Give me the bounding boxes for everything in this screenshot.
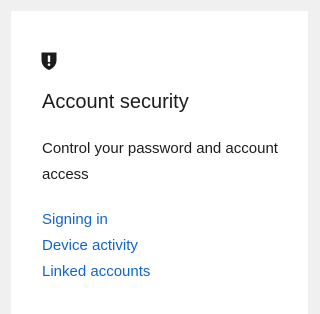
- list-item: Signing in: [42, 207, 150, 233]
- signing-in-link[interactable]: Signing in: [42, 211, 108, 228]
- account-security-card: Account security Control your password a…: [11, 11, 308, 314]
- device-activity-link[interactable]: Device activity: [42, 237, 138, 254]
- list-item: Linked accounts: [42, 259, 150, 285]
- shield-icon: [40, 51, 58, 71]
- card-description: Control your password and account access: [42, 140, 278, 183]
- linked-accounts-link[interactable]: Linked accounts: [42, 263, 150, 280]
- card-title: Account security: [42, 91, 189, 113]
- list-item: Device activity: [42, 233, 150, 259]
- security-links-list: Signing in Device activity Linked accoun…: [42, 207, 150, 285]
